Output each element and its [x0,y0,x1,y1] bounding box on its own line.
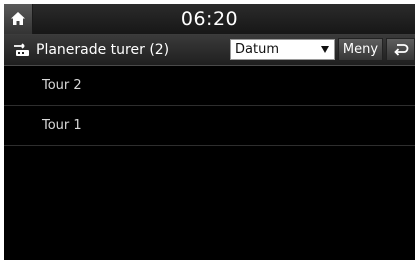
route-list: Tour 2 Tour 1 [4,66,415,146]
infotainment-screen: 06:20 Planerade turer (2) Datum Meny Tou… [4,4,415,260]
menu-button[interactable]: Meny [338,38,383,61]
clock: 06:20 [180,8,239,30]
list-item-label: Tour 2 [42,78,82,93]
list-item[interactable]: Tour 2 [4,66,415,106]
routes-icon [14,43,29,56]
dropdown-arrow-icon [321,46,329,53]
page-title: Planerade turer (2) [36,42,170,58]
back-button[interactable] [386,38,415,61]
status-bar: 06:20 [4,4,415,35]
list-item-label: Tour 1 [42,118,82,133]
sort-select[interactable]: Datum [230,39,335,60]
back-arrow-icon [394,44,409,56]
sort-select-value: Datum [235,42,279,57]
title-bar: Planerade turer (2) Datum Meny [4,35,415,66]
list-item[interactable]: Tour 1 [4,106,415,146]
